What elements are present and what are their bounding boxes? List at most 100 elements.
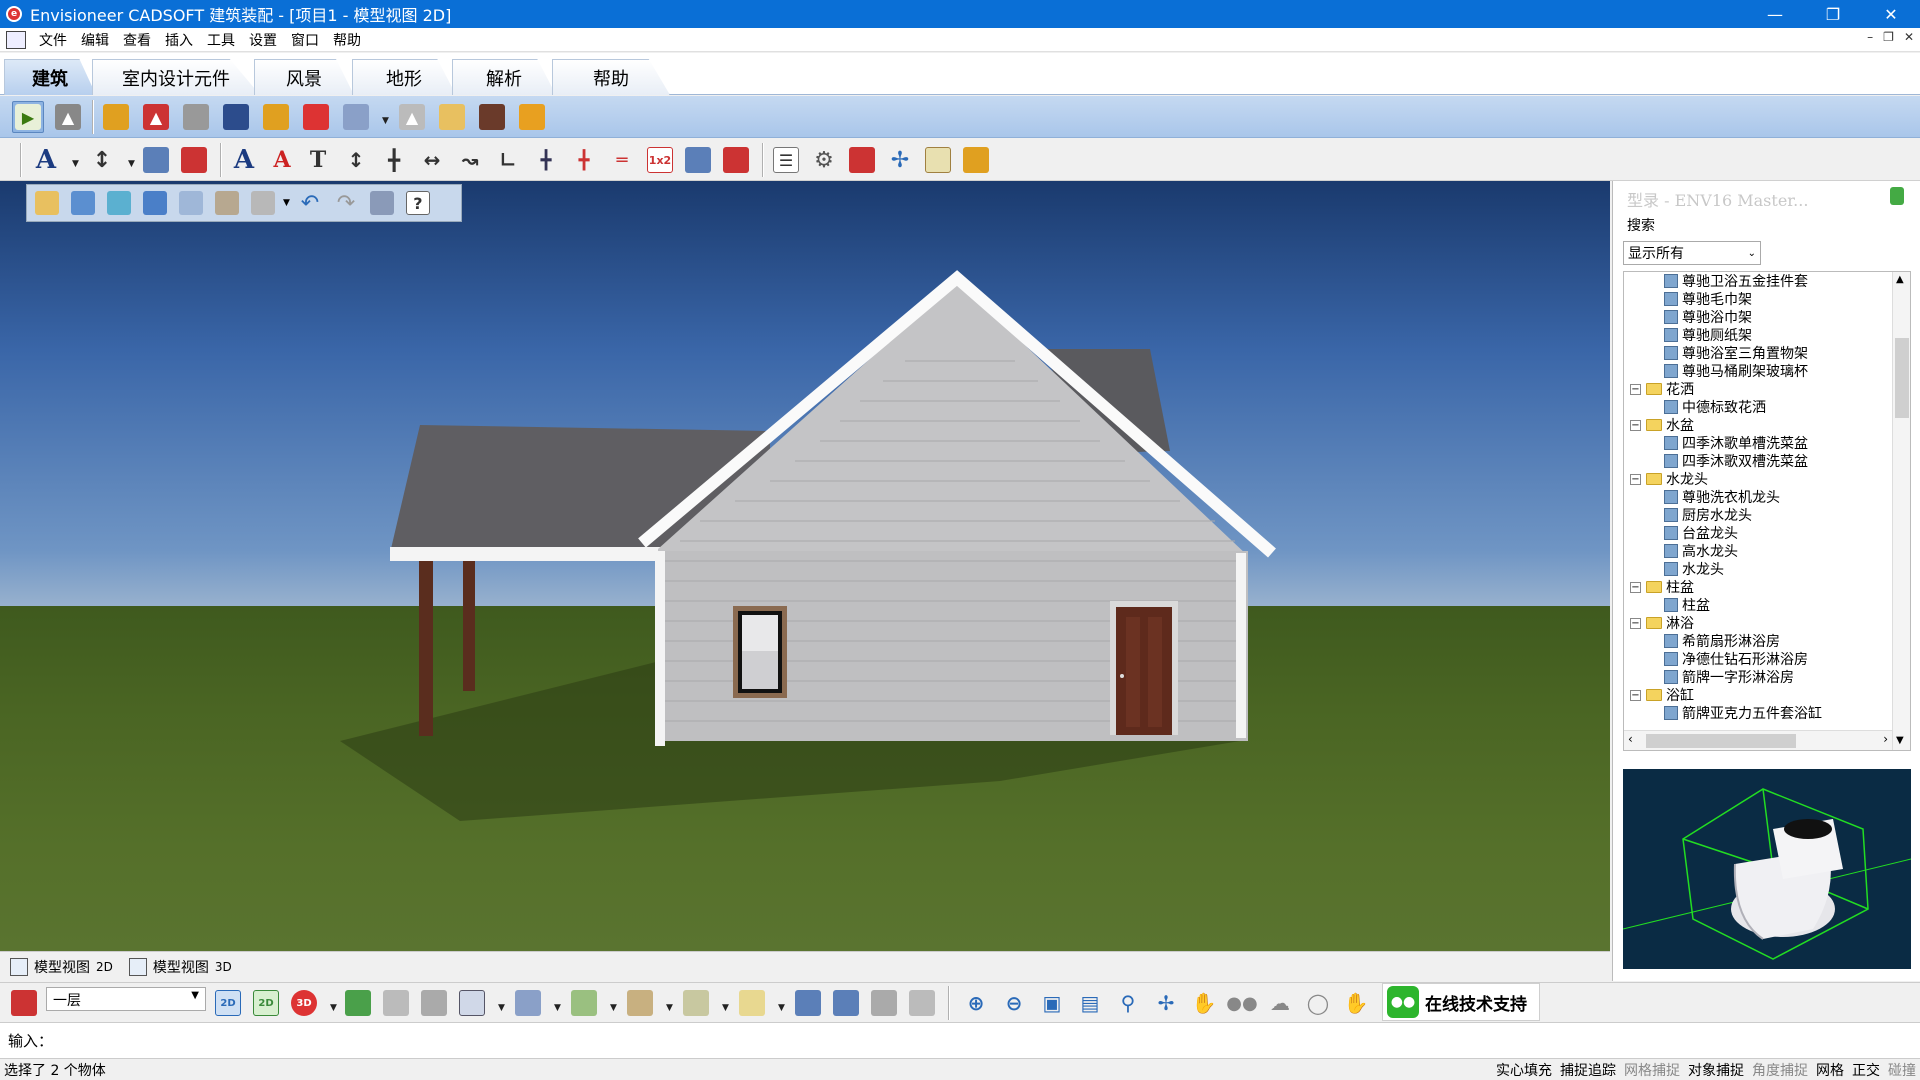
menu-edit[interactable]: 编辑 (74, 30, 116, 50)
toggle-grid[interactable]: 网格 (1816, 1060, 1844, 1080)
mdi-restore-button[interactable]: ❐ (1883, 30, 1894, 44)
building-settings-icon[interactable] (846, 144, 878, 176)
dim-corner-icon[interactable]: ∟ (492, 144, 524, 176)
pan-hand-icon[interactable]: ✋ (1188, 987, 1220, 1019)
toggle-grid-snap[interactable]: 网格捕捉 (1624, 1060, 1680, 1080)
electronics-icon[interactable] (220, 101, 252, 133)
walk-icon[interactable] (906, 987, 938, 1019)
filter-select[interactable]: 显示所有 ⌄ (1623, 241, 1761, 265)
collapse-icon[interactable]: − (1630, 617, 1641, 629)
open-folder-icon[interactable] (67, 188, 99, 218)
collapse-icon[interactable]: − (1630, 473, 1641, 485)
tree-item[interactable]: 水龙头 (1624, 560, 1892, 578)
folder-icon[interactable] (139, 188, 171, 218)
fit-icon[interactable]: ✢ (1150, 987, 1182, 1019)
footsteps-icon[interactable]: ●● (1226, 987, 1258, 1019)
text-box-icon[interactable]: T (302, 144, 334, 176)
tree-item[interactable]: 尊驰卫浴五金挂件套 (1624, 272, 1892, 290)
toggle-collision[interactable]: 碰撞 (1888, 1060, 1916, 1080)
collapse-icon[interactable]: − (1630, 419, 1641, 431)
menu-insert[interactable]: 插入 (158, 30, 200, 50)
menu-file[interactable]: 文件 (32, 30, 74, 50)
tree-item[interactable]: 尊驰洗衣机龙头 (1624, 488, 1892, 506)
scroll-left-icon[interactable]: ‹ (1628, 732, 1633, 746)
text-style-icon[interactable]: A (30, 144, 62, 176)
menu-tools[interactable]: 工具 (200, 30, 242, 50)
wall-view-icon[interactable] (680, 987, 712, 1019)
tab-landscape[interactable]: 风景 (254, 59, 354, 95)
zoom-out-icon[interactable]: ⊖ (998, 987, 1030, 1019)
display-icon[interactable] (792, 987, 824, 1019)
floor-select[interactable]: 一层 ▼ (46, 987, 206, 1011)
model-viewport[interactable] (0, 181, 1610, 951)
scale-icon[interactable]: 1x2 (644, 144, 676, 176)
undo-icon[interactable]: ↶ (294, 188, 326, 218)
mdi-minimize-button[interactable]: – (1867, 30, 1873, 44)
display-settings-icon[interactable] (830, 987, 862, 1019)
fireplace-icon[interactable] (476, 101, 508, 133)
tree-item[interactable]: 箭牌亚克力五件套浴缸 (1624, 704, 1892, 722)
furniture-icon[interactable] (260, 101, 292, 133)
catalog-tree[interactable]: 尊驰卫浴五金挂件套 尊驰毛巾架 尊驰浴巾架 尊驰厕纸架 尊驰浴室三角置物架 尊驰马桶刷架玻… (1623, 271, 1911, 751)
collapse-icon[interactable]: − (1630, 689, 1641, 701)
schedule-icon[interactable] (178, 144, 210, 176)
document-icon[interactable] (6, 30, 26, 49)
stove-icon[interactable] (180, 101, 212, 133)
paint-tool-icon[interactable]: ▲ (52, 101, 84, 133)
dim-chain-icon[interactable]: ╋ (530, 144, 562, 176)
label-icon[interactable] (140, 144, 172, 176)
tab-terrain[interactable]: 地形 (352, 59, 456, 95)
orbit-icon[interactable]: ☁ (1264, 987, 1296, 1019)
scroll-thumb[interactable] (1895, 338, 1909, 418)
view-plan-icon[interactable]: 2D (250, 987, 282, 1019)
camera-icon[interactable] (568, 987, 600, 1019)
tree-item[interactable]: 尊驰毛巾架 (1624, 290, 1892, 308)
app-icon[interactable]: e (6, 6, 22, 22)
close-button[interactable]: ✕ (1862, 0, 1920, 28)
library-dropdown-icon[interactable]: ▼ (283, 198, 290, 208)
redo-icon[interactable]: ↷ (330, 188, 362, 218)
text-edit-icon[interactable]: A (266, 144, 298, 176)
menu-window[interactable]: 窗口 (284, 30, 326, 50)
zoom-window-icon[interactable]: ▣ (1036, 987, 1068, 1019)
settings-gear-icon[interactable]: ⚙ (808, 144, 840, 176)
grid-chart-icon[interactable] (922, 144, 954, 176)
help-icon[interactable]: ? (402, 188, 434, 218)
scroll-thumb[interactable] (1646, 734, 1796, 748)
open-image-icon[interactable] (103, 188, 135, 218)
search-label[interactable]: 搜索 (1627, 215, 1655, 235)
text-icon[interactable]: A (228, 144, 260, 176)
tree-item[interactable]: 厨房水龙头 (1624, 506, 1892, 524)
scroll-up-icon[interactable]: ▲ (1896, 274, 1904, 285)
home-icon[interactable] (868, 987, 900, 1019)
tab-interior[interactable]: 室内设计元件 (92, 59, 260, 95)
collapse-icon[interactable]: − (1630, 383, 1641, 395)
tab-building[interactable]: 建筑 (4, 59, 96, 95)
menu-settings[interactable]: 设置 (242, 30, 284, 50)
toggle-angle-snap[interactable]: 角度捕捉 (1752, 1060, 1808, 1080)
select-tool-icon[interactable]: ▶ (12, 101, 44, 133)
tree-folder[interactable]: − 柱盆 (1624, 578, 1892, 596)
dim-continuous-icon[interactable]: ═ (606, 144, 638, 176)
plumbing-icon[interactable] (300, 101, 332, 133)
toggle-solid-fill[interactable]: 实心填充 (1496, 1060, 1552, 1080)
scroll-right-icon[interactable]: › (1883, 732, 1888, 746)
dim-horizontal-icon[interactable]: ↔ (416, 144, 448, 176)
tree-item[interactable]: 尊驰浴室三角置物架 (1624, 344, 1892, 362)
menu-help[interactable]: 帮助 (326, 30, 368, 50)
house-outline-icon[interactable] (456, 987, 488, 1019)
dimension-icon[interactable]: ↕ (86, 144, 118, 176)
roof-view-icon[interactable] (512, 987, 544, 1019)
look-icon[interactable]: ◯ (1302, 987, 1334, 1019)
tree-item[interactable]: 中德标致花洒 (1624, 398, 1892, 416)
fly-icon[interactable]: ✋ (1340, 987, 1372, 1019)
house-model[interactable] (0, 181, 1610, 951)
command-line[interactable]: 输入： (0, 1022, 1920, 1058)
box-view-icon[interactable] (736, 987, 768, 1019)
tree-item[interactable]: 尊驰浴巾架 (1624, 308, 1892, 326)
tree-item[interactable]: 尊驰厕纸架 (1624, 326, 1892, 344)
tree-item[interactable]: 箭牌一字形淋浴房 (1624, 668, 1892, 686)
presentation-icon[interactable] (380, 987, 412, 1019)
view-3d-icon[interactable]: 3D (288, 987, 320, 1019)
tree-vertical-scrollbar[interactable]: ▲ ▼ (1892, 272, 1910, 750)
